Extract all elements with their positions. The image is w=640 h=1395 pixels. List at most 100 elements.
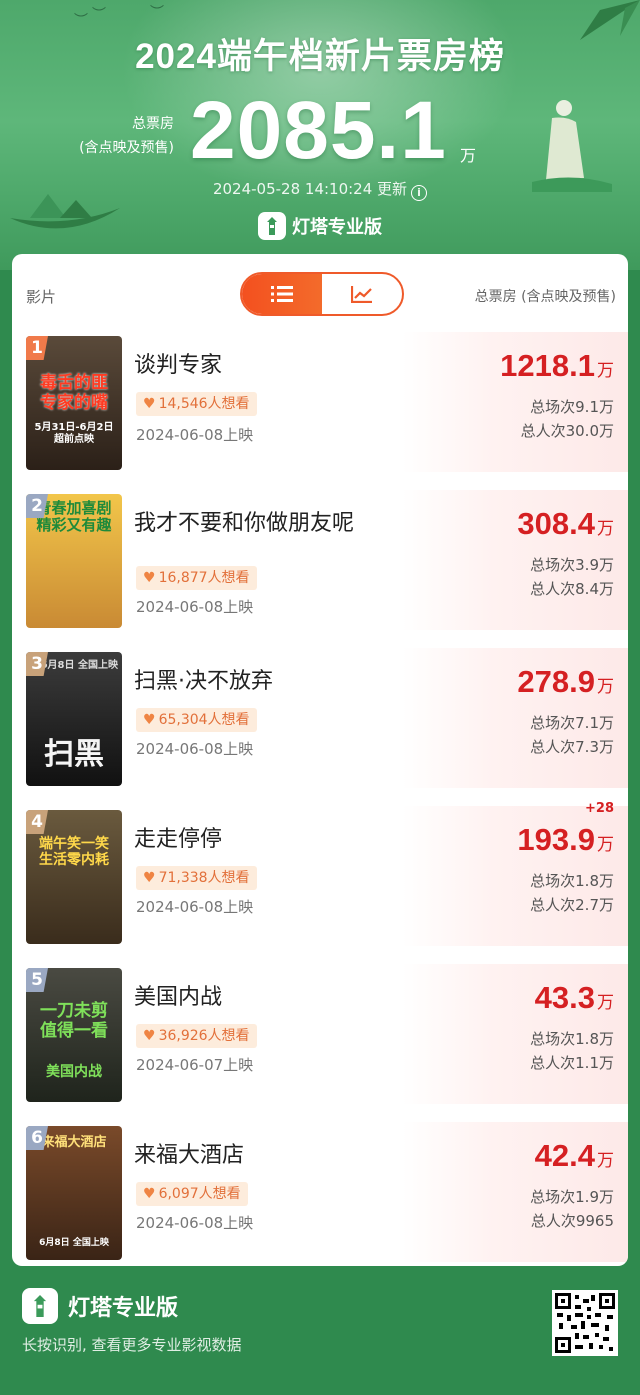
poster-subtext: 5月31日-6月2日 超前点映 xyxy=(34,422,114,445)
heart-icon: ♥ xyxy=(143,870,156,886)
box-value: 278.9 xyxy=(517,664,595,699)
box-unit: 万 xyxy=(597,993,614,1012)
box-office: 43.3 万 xyxy=(535,980,614,1016)
lighthouse-logo-icon xyxy=(22,1288,58,1324)
film-row[interactable]: 一刀未剪 值得一看 美国内战 5 美国内战 ♥ 36,926人想看 2024-06… xyxy=(12,958,628,1108)
poster-subtext: 6月8日 全国上映 xyxy=(39,1238,109,1248)
box-value: 308.4 xyxy=(517,506,595,541)
film-title: 扫黑·决不放弃 xyxy=(134,669,273,694)
want-to-see-tag: ♥ 14,546人想看 xyxy=(136,392,257,416)
box-unit: 万 xyxy=(597,519,614,538)
film-row[interactable]: 6月8日 全国上映 扫黑 3 扫黑·决不放弃 ♥ 65,304人想看 2024-0… xyxy=(12,642,628,792)
footer-note: 长按识别, 查看更多专业影视数据 xyxy=(22,1336,242,1354)
box-value: 193.9 xyxy=(517,822,595,857)
footer-brand: 灯塔专业版 xyxy=(22,1288,178,1324)
film-row[interactable]: 毒舌的匪 专家的嘴 5月31日-6月2日 超前点映 1 谈判专家 ♥ 14,546… xyxy=(12,326,628,476)
film-poster: 来福大酒店 6月8日 全国上映 6 xyxy=(26,1126,122,1260)
film-row[interactable]: 端午笑一笑 生活零内耗 4 走走停停 ♥ 71,338人想看 2024-06-08… xyxy=(12,800,628,950)
want-to-see-tag: ♥ 36,926人想看 xyxy=(136,1024,257,1048)
total-viewers: 总人次9965 xyxy=(530,1212,614,1230)
col-header-film: 影片 xyxy=(26,288,57,306)
want-count: 6,097人想看 xyxy=(158,1186,241,1202)
heart-icon: ♥ xyxy=(143,1028,156,1044)
film-row[interactable]: 来福大酒店 6月8日 全国上映 6 来福大酒店 ♥ 6,097人想看 2024-0… xyxy=(12,1116,628,1266)
info-icon[interactable]: i xyxy=(411,185,428,201)
rank-badge: 5 xyxy=(26,968,48,992)
rank-badge: 3 xyxy=(26,652,48,676)
update-time-text: 2024-05-28 14:10:24 更新 xyxy=(212,180,408,198)
heart-icon: ♥ xyxy=(143,396,156,412)
trend-view-button[interactable] xyxy=(322,274,402,314)
box-office: 1218.1 万 xyxy=(500,348,614,384)
box-delta: +28 xyxy=(585,801,614,816)
box-value: 42.4 xyxy=(534,1138,595,1173)
view-toggle xyxy=(240,272,404,316)
want-count: 16,877人想看 xyxy=(158,570,250,586)
film-poster: 6月8日 全国上映 扫黑 3 xyxy=(26,652,122,786)
box-unit: 万 xyxy=(597,1151,614,1170)
qr-code-graphic xyxy=(555,1293,615,1353)
bird-icon: ︶ xyxy=(74,13,88,29)
release-date: 2024-06-08上映 xyxy=(136,898,254,916)
heart-icon: ♥ xyxy=(143,570,156,586)
box-unit: 万 xyxy=(597,835,614,854)
total-shows: 总场次1.9万 xyxy=(530,1188,614,1206)
want-count: 36,926人想看 xyxy=(158,1028,250,1044)
box-office: 193.9 万 xyxy=(517,822,614,858)
box-value: 1218.1 xyxy=(500,348,595,383)
bird-icon: ︶ xyxy=(92,7,106,23)
list-icon xyxy=(271,286,293,302)
poster-subtext: 美国内战 xyxy=(46,1064,102,1080)
release-date: 2024-06-08上映 xyxy=(136,740,254,758)
box-unit: 万 xyxy=(597,361,614,380)
box-office: 308.4 万 xyxy=(517,506,614,542)
want-to-see-tag: ♥ 6,097人想看 xyxy=(136,1182,248,1206)
poster-headline: 一刀未剪 值得一看 xyxy=(40,1001,108,1041)
total-viewers: 总人次30.0万 xyxy=(520,422,614,440)
want-count: 71,338人想看 xyxy=(158,870,250,886)
list-view-button[interactable] xyxy=(242,274,322,314)
total-viewers: 总人次7.3万 xyxy=(530,738,614,756)
film-row[interactable]: 青春加喜剧 精彩又有趣 2 我才不要和你做朋友呢 ♥ 16,877人想看 2024… xyxy=(12,484,628,634)
bird-icon: ︶ xyxy=(150,5,164,21)
total-viewers: 总人次1.1万 xyxy=(530,1054,614,1072)
header-banner: ︶ ︶ ︶ 2024端午档新片票房榜 总票房 (含点映及预售) 2085.1 万… xyxy=(0,0,640,270)
film-title: 谈判专家 xyxy=(134,353,223,378)
col-header-total: 总票房 (含点映及预售) xyxy=(474,289,616,305)
release-date: 2024-06-08上映 xyxy=(136,426,254,444)
poster-headline: 扫黑 xyxy=(44,737,104,772)
qr-code-icon[interactable] xyxy=(552,1290,618,1356)
brand-name: 灯塔专业版 xyxy=(292,217,382,238)
film-poster: 青春加喜剧 精彩又有趣 2 xyxy=(26,494,122,628)
box-office: 42.4 万 xyxy=(535,1138,614,1174)
release-date: 2024-06-08上映 xyxy=(136,598,254,616)
film-title: 来福大酒店 xyxy=(134,1143,245,1168)
box-value: 43.3 xyxy=(534,980,595,1015)
brand-top: 灯塔专业版 xyxy=(0,212,640,240)
ranking-card: 影片 总票房 (含点映及预售) 毒舌的匪 专家的嘴 5月31日-6月2日 超前点… xyxy=(12,254,628,1266)
rank-badge: 1 xyxy=(26,336,48,360)
film-title: 美国内战 xyxy=(134,985,223,1010)
box-unit: 万 xyxy=(597,677,614,696)
footer-brand-name: 灯塔专业版 xyxy=(68,1296,179,1321)
total-shows: 总场次9.1万 xyxy=(530,398,614,416)
film-poster: 端午笑一笑 生活零内耗 4 xyxy=(26,810,122,944)
poster-headline: 毒舌的匪 专家的嘴 xyxy=(40,373,108,413)
want-to-see-tag: ♥ 65,304人想看 xyxy=(136,708,257,732)
total-shows: 总场次3.9万 xyxy=(530,556,614,574)
heart-icon: ♥ xyxy=(143,1186,156,1202)
box-office: 278.9 万 xyxy=(517,664,614,700)
rank-badge: 4 xyxy=(26,810,48,834)
poster-headline: 端午笑一笑 生活零内耗 xyxy=(39,836,109,869)
release-date: 2024-06-07上映 xyxy=(136,1056,254,1074)
film-poster: 一刀未剪 值得一看 美国内战 5 xyxy=(26,968,122,1102)
total-unit: 万 xyxy=(460,146,477,165)
want-to-see-tag: ♥ 16,877人想看 xyxy=(136,566,257,590)
total-shows: 总场次1.8万 xyxy=(530,872,614,890)
update-time: 2024-05-28 14:10:24 更新 i xyxy=(0,178,640,201)
total-viewers: 总人次2.7万 xyxy=(530,896,614,914)
want-to-see-tag: ♥ 71,338人想看 xyxy=(136,866,257,890)
trend-chart-icon xyxy=(351,286,372,303)
total-box-office: 2085.1 xyxy=(190,85,447,176)
page-title: 2024端午档新片票房榜 xyxy=(135,37,505,76)
